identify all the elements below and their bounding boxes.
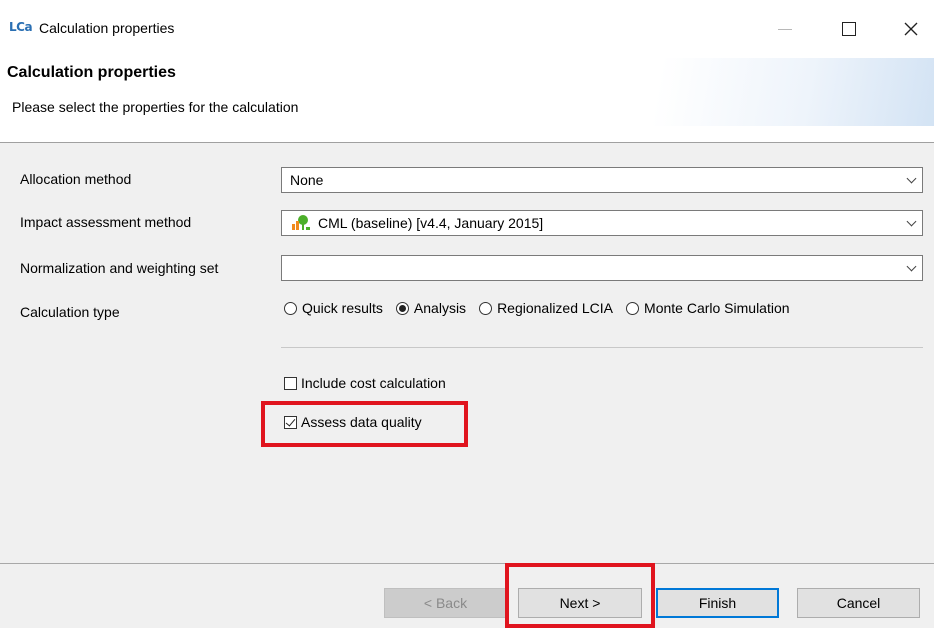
finish-button[interactable]: Finish	[656, 588, 779, 618]
radio-selected-icon	[395, 301, 409, 315]
chevron-down-icon	[900, 216, 922, 226]
calculation-type-radio-group: Quick results Analysis Regionalized LCIA…	[284, 300, 790, 316]
radio-analysis[interactable]: Analysis	[395, 300, 467, 316]
form-panel	[0, 143, 934, 563]
back-button[interactable]: < Back	[384, 588, 507, 618]
next-button[interactable]: Next >	[518, 588, 642, 618]
radio-label: Monte Carlo Simulation	[644, 300, 790, 316]
include-cost-label: Include cost calculation	[301, 375, 446, 391]
maximize-button[interactable]	[826, 12, 872, 46]
impact-method-icon	[290, 214, 312, 232]
normalization-set-label: Normalization and weighting set	[20, 260, 219, 276]
radio-unselected-icon	[626, 301, 640, 315]
chevron-down-icon	[900, 173, 922, 183]
allocation-method-value: None	[290, 172, 324, 188]
page-title: Calculation properties	[7, 64, 176, 81]
calculation-type-label: Calculation type	[20, 304, 120, 320]
maximize-icon	[842, 22, 856, 36]
app-icon: LCa	[9, 20, 33, 34]
radio-label: Quick results	[302, 300, 383, 316]
close-button[interactable]	[888, 12, 934, 46]
radio-monte-carlo[interactable]: Monte Carlo Simulation	[626, 300, 790, 316]
chevron-down-icon	[900, 261, 922, 271]
assess-data-quality-checkbox[interactable]: Assess data quality	[284, 414, 422, 430]
include-cost-checkbox[interactable]: Include cost calculation	[284, 375, 446, 391]
window-titlebar: LCa Calculation properties	[0, 0, 934, 58]
radio-regionalized-lcia[interactable]: Regionalized LCIA	[479, 300, 613, 316]
impact-method-label: Impact assessment method	[20, 214, 192, 230]
impact-method-value: CML (baseline) [v4.4, January 2015]	[318, 215, 544, 231]
radio-label: Regionalized LCIA	[497, 300, 614, 316]
allocation-method-select[interactable]: None	[281, 167, 923, 193]
radio-quick-results[interactable]: Quick results	[284, 300, 383, 316]
minimize-icon	[778, 28, 792, 30]
checkbox-unchecked-icon	[284, 376, 297, 390]
normalization-set-select[interactable]	[281, 255, 923, 281]
radio-unselected-icon	[479, 301, 493, 315]
radio-label: Analysis	[413, 300, 467, 316]
cancel-button[interactable]: Cancel	[797, 588, 920, 618]
page-subtitle: Please select the properties for the cal…	[12, 99, 299, 115]
close-icon	[904, 22, 918, 36]
minimize-button[interactable]	[762, 12, 808, 46]
radio-unselected-icon	[284, 301, 297, 315]
assess-data-quality-label: Assess data quality	[301, 414, 422, 430]
options-divider	[281, 347, 923, 348]
impact-method-select[interactable]: CML (baseline) [v4.4, January 2015]	[281, 210, 923, 236]
checkbox-checked-icon	[284, 415, 297, 429]
allocation-method-label: Allocation method	[20, 171, 132, 187]
window-title: Calculation properties	[39, 20, 175, 36]
